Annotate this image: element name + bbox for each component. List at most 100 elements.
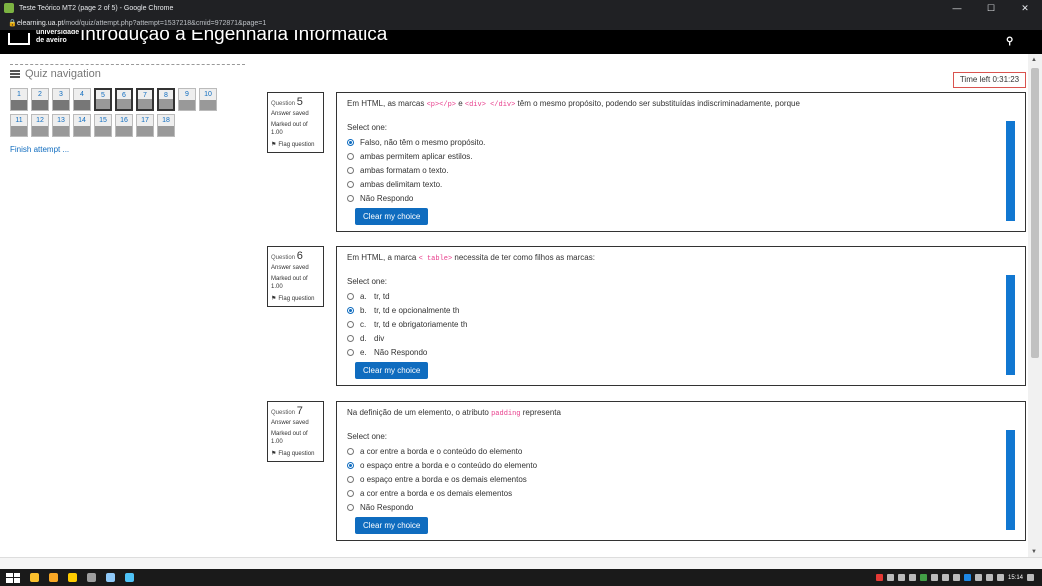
battery-icon[interactable] [985, 574, 993, 581]
clear-choice-button[interactable]: Clear my choice [355, 362, 429, 379]
chrome-icon[interactable] [30, 573, 39, 582]
quiz-nav-button-15[interactable]: 15 [94, 114, 112, 137]
quiz-nav-button-10[interactable]: 10 [199, 88, 217, 111]
scroll-down-icon[interactable]: ▼ [1031, 549, 1037, 555]
option-label[interactable]: a cor entre a borda e os demais elemento… [360, 489, 512, 498]
start-icon[interactable] [6, 572, 20, 583]
tray-icon[interactable] [897, 574, 905, 581]
radio-button[interactable] [347, 306, 354, 314]
option-label[interactable]: div [374, 334, 384, 343]
file-explorer-icon[interactable] [49, 573, 58, 582]
flag-question[interactable]: ⚑ Flag question [271, 295, 320, 303]
quiz-nav-button-14[interactable]: 14 [73, 114, 91, 137]
radio-button[interactable] [347, 292, 354, 300]
app-icon[interactable] [106, 573, 115, 582]
option-label[interactable]: o espaço entre a borda e o conteúdo do e… [360, 461, 537, 470]
answer-option[interactable]: ambas delimitam texto. [347, 177, 1015, 191]
finish-attempt-link[interactable]: Finish attempt ... [10, 145, 245, 154]
radio-button[interactable] [347, 138, 354, 146]
answer-option[interactable]: a cor entre a borda e os demais elemento… [347, 486, 1015, 500]
radio-button[interactable] [347, 461, 354, 469]
option-label[interactable]: Não Respondo [374, 348, 427, 357]
menu-icon[interactable] [10, 70, 20, 78]
scrollbar-thumb[interactable] [1031, 68, 1039, 358]
quiz-nav-button-11[interactable]: 11 [10, 114, 28, 137]
quiz-nav-button-8[interactable]: 8 [157, 88, 175, 111]
radio-button[interactable] [347, 348, 354, 356]
option-label[interactable]: ambas permitem aplicar estilos. [360, 152, 472, 161]
option-label[interactable]: Não Respondo [360, 194, 413, 203]
answer-option[interactable]: d. div [347, 331, 1015, 345]
option-label[interactable]: tr, td [374, 292, 390, 301]
option-label[interactable]: Falso, não têm o mesmo propósito. [360, 138, 485, 147]
wifi-icon[interactable] [974, 574, 982, 581]
flag-question[interactable]: ⚑ Flag question [271, 141, 320, 149]
answer-option[interactable]: a cor entre a borda e o conteúdo do elem… [347, 444, 1015, 458]
answer-option[interactable]: o espaço entre a borda e o conteúdo do e… [347, 458, 1015, 472]
quiz-nav-button-3[interactable]: 3 [52, 88, 70, 111]
option-label[interactable]: ambas delimitam texto. [360, 180, 442, 189]
option-label[interactable]: o espaço entre a borda e os demais eleme… [360, 475, 527, 484]
answer-option[interactable]: Não Respondo [347, 500, 1015, 514]
radio-button[interactable] [347, 447, 354, 455]
answer-option[interactable]: Falso, não têm o mesmo propósito. [347, 135, 1015, 149]
quiz-nav-button-9[interactable]: 9 [178, 88, 196, 111]
quiz-nav-button-16[interactable]: 16 [115, 114, 133, 137]
quiz-nav-button-18[interactable]: 18 [157, 114, 175, 137]
option-label[interactable]: tr, td e opcionalmente th [374, 306, 459, 315]
app-icon[interactable] [87, 573, 96, 582]
option-label[interactable]: a cor entre a borda e o conteúdo do elem… [360, 447, 522, 456]
tray-icon[interactable] [886, 574, 894, 581]
radio-button[interactable] [347, 489, 354, 497]
tray-icon[interactable] [930, 574, 938, 581]
maximize-icon[interactable]: ☐ [974, 0, 1008, 16]
clear-choice-button[interactable]: Clear my choice [355, 517, 429, 534]
radio-button[interactable] [347, 194, 354, 202]
bluetooth-icon[interactable] [963, 574, 971, 581]
answer-option[interactable]: ambas formatam o texto. [347, 163, 1015, 177]
page-scrollbar[interactable]: ▲ ▼ [1028, 54, 1042, 557]
minimize-icon[interactable]: — [940, 0, 974, 16]
radio-button[interactable] [347, 475, 354, 483]
option-label[interactable]: tr, td e obrigatoriamente th [374, 320, 467, 329]
quiz-nav-button-4[interactable]: 4 [73, 88, 91, 111]
university-logo[interactable] [8, 33, 30, 45]
app-icon[interactable] [125, 573, 134, 582]
quiz-nav-button-17[interactable]: 17 [136, 114, 154, 137]
quiz-nav-button-1[interactable]: 1 [10, 88, 28, 111]
tray-icon[interactable] [952, 574, 960, 581]
answer-option[interactable]: c. tr, td e obrigatoriamente th [347, 317, 1015, 331]
radio-button[interactable] [347, 503, 354, 511]
quiz-nav-button-13[interactable]: 13 [52, 114, 70, 137]
clock[interactable]: 15:14 [1008, 575, 1023, 581]
mic-icon[interactable] [875, 574, 883, 581]
answer-option[interactable]: b. tr, td e opcionalmente th [347, 303, 1015, 317]
answer-option[interactable]: Não Respondo [347, 191, 1015, 205]
scroll-up-icon[interactable]: ▲ [1031, 57, 1037, 63]
flag-question[interactable]: ⚑ Flag question [271, 450, 320, 458]
radio-button[interactable] [347, 166, 354, 174]
course-title[interactable]: Introdução à Engenharia Informática [80, 30, 387, 46]
notifications-icon[interactable] [1027, 574, 1034, 581]
radio-button[interactable] [347, 320, 354, 328]
app-icon[interactable] [68, 573, 77, 582]
address-bar[interactable]: 🔒 elearning.ua.pt /mod/quiz/attempt.php?… [0, 16, 1042, 30]
answer-option[interactable]: a. tr, td [347, 289, 1015, 303]
answer-option[interactable]: o espaço entre a borda e os demais eleme… [347, 472, 1015, 486]
search-icon[interactable]: ⚲ [1006, 36, 1018, 48]
answer-option[interactable]: e. Não Respondo [347, 345, 1015, 359]
option-label[interactable]: ambas formatam o texto. [360, 166, 448, 175]
tray-icon[interactable] [919, 574, 927, 581]
quiz-nav-button-2[interactable]: 2 [31, 88, 49, 111]
quiz-nav-button-7[interactable]: 7 [136, 88, 154, 111]
option-label[interactable]: Não Respondo [360, 503, 413, 512]
quiz-nav-button-5[interactable]: 5 [94, 88, 112, 111]
radio-button[interactable] [347, 152, 354, 160]
quiz-nav-button-12[interactable]: 12 [31, 114, 49, 137]
clear-choice-button[interactable]: Clear my choice [355, 208, 429, 225]
close-icon[interactable]: ✕ [1008, 0, 1042, 16]
radio-button[interactable] [347, 180, 354, 188]
tray-icon[interactable] [908, 574, 916, 581]
tray-icon[interactable] [941, 574, 949, 581]
answer-option[interactable]: ambas permitem aplicar estilos. [347, 149, 1015, 163]
